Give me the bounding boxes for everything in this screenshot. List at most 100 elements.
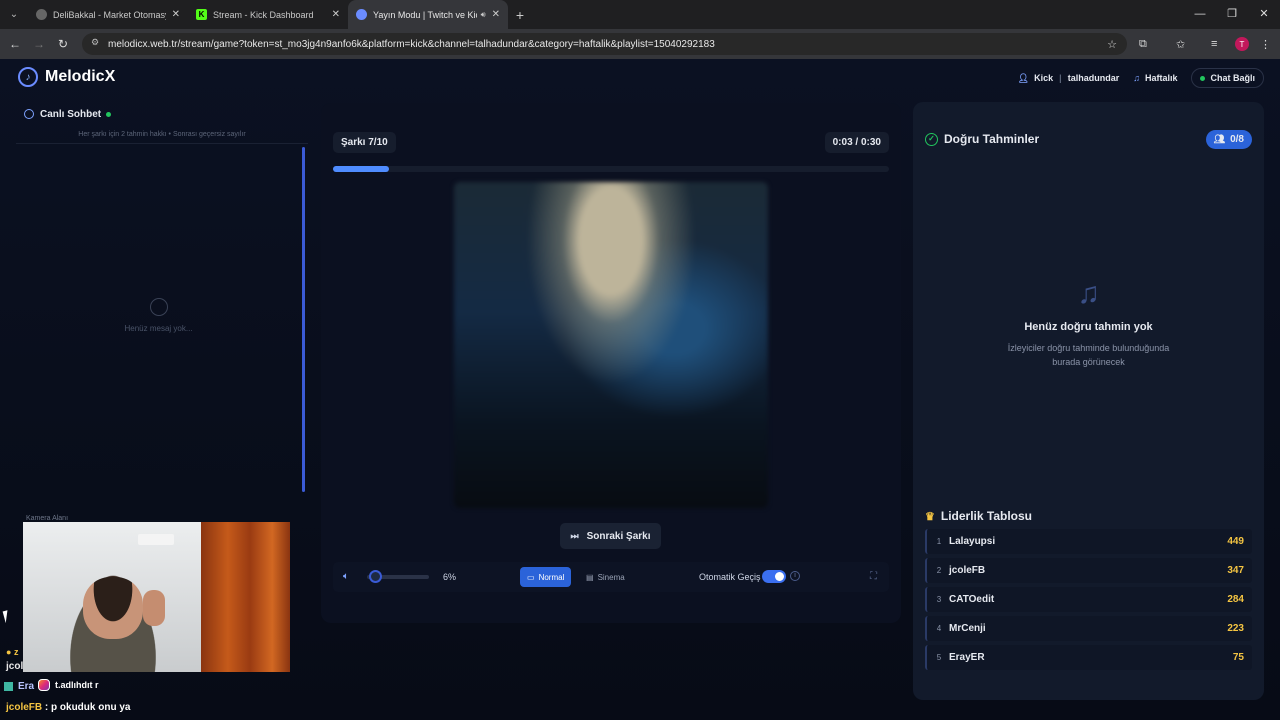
chat-panel: Canlı Sohbet Her şarkı için 2 tahmin hak… — [16, 103, 308, 503]
category-label: Haftalık — [1144, 73, 1178, 83]
divider — [16, 143, 308, 144]
player-points: 284 — [1227, 594, 1244, 605]
tab-search-icon[interactable]: ⌄ — [0, 0, 28, 29]
user-badge-icon — [4, 682, 13, 691]
category-info: ♫ Haftalık — [1133, 73, 1177, 83]
chat-empty-text: Henüz mesaj yok... — [124, 324, 193, 333]
cam-curtain — [201, 522, 290, 672]
mode-cinema-button[interactable]: ▤ Sinema — [579, 567, 632, 587]
platform-info: 👤︎ Kick | talhadundar — [1017, 72, 1120, 83]
overlay-chat-message: jcoleFB : p okuduk onu ya — [6, 702, 130, 713]
platform-label: Kick — [1034, 72, 1054, 83]
music-icon: ♫ — [1133, 73, 1140, 83]
new-tab-button[interactable]: + — [508, 7, 532, 23]
app-root: ♪ MelodicX 👤︎ Kick | talhadundar ♫ Haftalık … — [0, 59, 1280, 720]
browser-tab[interactable]: DeliBakkal - Market Otomasyonu ✕ — [28, 0, 188, 29]
empty-subtitle: İzleyiciler doğru tahminde bulunduğunda … — [913, 341, 1264, 369]
site-icon — [356, 9, 367, 20]
leaderboard-list: 1 Lalayupsi 449 2 jcoleFB 347 3 CATOedit 284 4… — [925, 529, 1252, 674]
user-icon: 👤︎ — [1017, 72, 1030, 83]
window-controls: — ❐ ✕ — [1184, 0, 1280, 29]
music-note-icon: ♫ — [1077, 277, 1100, 310]
app-name: MelodicX — [45, 68, 116, 85]
close-window-icon[interactable]: ✕ — [1248, 0, 1280, 29]
extensions-icon[interactable]: ⧉ — [1139, 29, 1147, 59]
fullscreen-icon[interactable]: ⛶ — [870, 571, 877, 582]
next-song-label: Sonraki Şarkı — [586, 530, 651, 542]
back-icon[interactable]: ← — [3, 37, 27, 51]
stream-info: 👤︎ Kick | talhadundar ♫ Haftalık Chat Bağlı — [1018, 68, 1264, 88]
profile-area: T — [1235, 29, 1249, 59]
close-tab-icon[interactable]: ✕ — [172, 9, 180, 20]
empty-subtitle-line1: İzleyiciler doğru tahminde bulunduğunda — [1007, 343, 1170, 353]
player-points: 449 — [1227, 536, 1244, 547]
auto-advance-toggle[interactable] — [762, 570, 786, 583]
volume-value: 6% — [443, 572, 457, 582]
rank: 5 — [936, 653, 942, 662]
mode-normal-button[interactable]: ▭ Normal — [520, 567, 572, 587]
player-name: CATOedit — [949, 594, 995, 605]
tab-title: Yayın Modu | Twitch ve Kick — [373, 9, 477, 20]
correct-guesses-panel: ✓ Doğru Tahminler 👥︎ 0/8 ♫ Henüz doğru t… — [913, 102, 1264, 700]
close-tab-icon[interactable]: ✕ — [492, 9, 500, 20]
site-info-icon[interactable]: ⚙ — [88, 37, 102, 51]
empty-subtitle-line2: burada görünecek — [1052, 357, 1125, 367]
toggle-knob — [775, 572, 784, 581]
profile-avatar[interactable]: T — [1235, 37, 1249, 51]
correct-guesses-header: ✓ Doğru Tahminler — [925, 132, 1039, 146]
cam-aircon — [138, 534, 174, 545]
volume-icon[interactable]: 🔈︎ — [343, 571, 349, 582]
leaderboard-header: ♛ Liderlik Tablosu — [925, 509, 1032, 523]
forward-icon[interactable]: → — [27, 37, 51, 51]
player-name: ErayER — [949, 652, 985, 663]
player-name: Lalayupsi — [949, 536, 996, 547]
menu-kebab-icon[interactable]: ⋮ — [1260, 29, 1271, 59]
mode-cinema-label: Sinema — [597, 572, 625, 582]
browser-toolbar: ← → ↻ ⚙ melodicx.web.tr/stream/game?toke… — [0, 29, 1280, 59]
chat-bubble-icon — [24, 109, 34, 119]
song-progress-fill — [333, 166, 389, 172]
rank: 2 — [936, 566, 942, 575]
correct-guesses-title: Doğru Tahminler — [944, 132, 1040, 146]
chat-empty-icon — [149, 298, 168, 316]
bookmark-star-icon[interactable]: ☆ — [1107, 38, 1117, 51]
overlay-message: : p okuduk onu ya — [42, 702, 131, 713]
leaderboard-row: 1 Lalayupsi 449 — [925, 529, 1252, 554]
chat-scrollbar[interactable] — [302, 147, 305, 492]
overlay-user: Era — [18, 681, 35, 692]
speaker-icon[interactable]: 🔊︎ — [481, 10, 486, 20]
auto-advance-label: Otomatik Geçiş — [699, 572, 761, 582]
instagram-handle: t.adlıhdıt r — [55, 680, 99, 690]
browser-tab[interactable]: K Stream - Kick Dashboard ✕ — [188, 0, 348, 29]
globe-icon — [36, 9, 47, 20]
chat-rule-text: Her şarkı için 2 tahmin hakkı • Sonrası … — [78, 131, 246, 138]
next-song-button[interactable]: ⏭ Sonraki Şarkı — [560, 523, 661, 549]
player-points: 75 — [1232, 652, 1244, 663]
minimize-icon[interactable]: — — [1184, 0, 1216, 29]
restore-icon[interactable]: ❐ — [1216, 0, 1248, 29]
rank: 4 — [936, 624, 942, 633]
browser-tab-active[interactable]: Yayın Modu | Twitch ve Kick 🔊︎ ✕ — [348, 0, 508, 29]
overlay-line1: z — [13, 647, 19, 657]
address-bar[interactable]: ⚙ melodicx.web.tr/stream/game?token=st_m… — [82, 33, 1127, 55]
reload-icon[interactable]: ↻ — [51, 37, 75, 51]
app-logo[interactable]: ♪ MelodicX — [18, 67, 115, 87]
media-control-icon[interactable]: ≡ — [1211, 29, 1217, 59]
guess-count: 0/8 — [1230, 134, 1244, 145]
chat-empty-state: Henüz mesaj yok... — [16, 298, 301, 333]
browser-tab-bar: ⌄ DeliBakkal - Market Otomasyonu ✕ K Str… — [0, 0, 1280, 29]
camera-area-label: Kamera Alanı — [26, 515, 69, 522]
leaderboard-row: 2 jcoleFB 347 — [925, 558, 1252, 583]
info-icon[interactable]: i — [790, 571, 800, 581]
player-controls: 🔈︎ 6% ▭ Normal ▤ Sinema Otomatik Geçiş i ⛶ — [333, 562, 889, 592]
chat-status-label: Chat Bağlı — [1210, 73, 1255, 83]
close-tab-icon[interactable]: ✕ — [332, 9, 340, 20]
film-icon: ▤ — [586, 572, 594, 582]
webcam-feed — [23, 522, 290, 672]
volume-slider-knob[interactable] — [368, 570, 382, 583]
rank: 1 — [936, 537, 942, 546]
music-player: Şarkı 7/10 0:03 / 0:30 ⏭ Sonraki Şarkı 🔈… — [321, 103, 901, 623]
bookmarks-icon[interactable]: ✩ — [1176, 29, 1185, 59]
cam-person-head — [83, 577, 143, 639]
mode-normal-label: Normal — [538, 572, 565, 582]
